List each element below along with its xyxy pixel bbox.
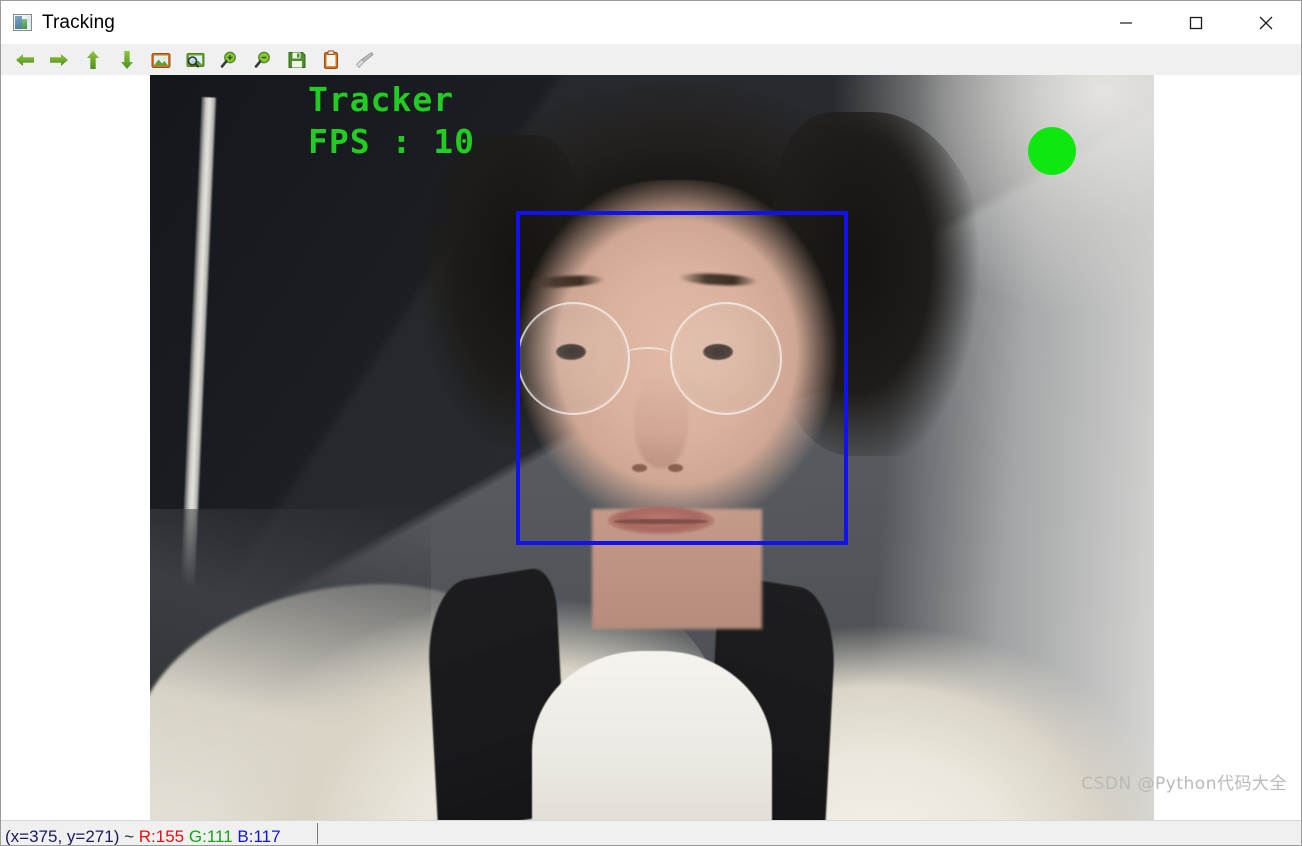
zoom-in-icon[interactable] <box>215 46 243 74</box>
fit-image-icon[interactable] <box>147 46 175 74</box>
clipboard-icon[interactable] <box>317 46 345 74</box>
status-caret <box>317 823 318 844</box>
image-thumbnail-icon <box>13 14 32 31</box>
zoom-out-icon[interactable] <box>249 46 277 74</box>
window-controls <box>1091 1 1301 44</box>
pixel-red-value: R:155 <box>138 827 185 845</box>
pixel-green-value: G:111 <box>188 827 233 845</box>
pixel-coordinates: (x=375, y=271) <box>5 827 120 845</box>
toolbar <box>1 44 1301 75</box>
overlay-fps-label: FPS : 10 <box>308 122 475 161</box>
overlay-tracker-label: Tracker <box>308 80 455 119</box>
title-bar-left: Tracking <box>1 12 115 34</box>
minimize-button[interactable] <box>1091 1 1161 44</box>
overlay-bounding-box <box>516 211 848 545</box>
title-bar: Tracking <box>1 1 1301 44</box>
image-canvas[interactable]: Tracker FPS : 10 linxiangyu CSDN @Python… <box>1 75 1301 820</box>
up-arrow-icon[interactable] <box>79 46 107 74</box>
back-arrow-icon[interactable] <box>11 46 39 74</box>
overlay-status-dot <box>1028 127 1076 175</box>
window-title: Tracking <box>42 11 115 33</box>
pixel-blue-value: B:117 <box>237 827 281 845</box>
readout-separator: ~ <box>124 827 135 845</box>
clear-icon[interactable] <box>351 46 379 74</box>
maximize-button[interactable] <box>1161 1 1231 44</box>
down-arrow-icon[interactable] <box>113 46 141 74</box>
zoom-region-icon[interactable] <box>181 46 209 74</box>
close-button[interactable] <box>1231 1 1301 44</box>
forward-arrow-icon[interactable] <box>45 46 73 74</box>
save-icon[interactable] <box>283 46 311 74</box>
pixel-readout: (x=375, y=271) ~ R:155 G:111 B:117 <box>1 825 281 845</box>
tracking-window: Tracking Tracker FPS: 10 CSDN @Python代码… <box>0 0 1302 846</box>
status-bar: (x=375, y=271) ~ R:155 G:111 B:117 <box>1 820 1301 845</box>
video-frame[interactable]: Tracker FPS : 10 linxiangyu <box>150 75 1154 820</box>
